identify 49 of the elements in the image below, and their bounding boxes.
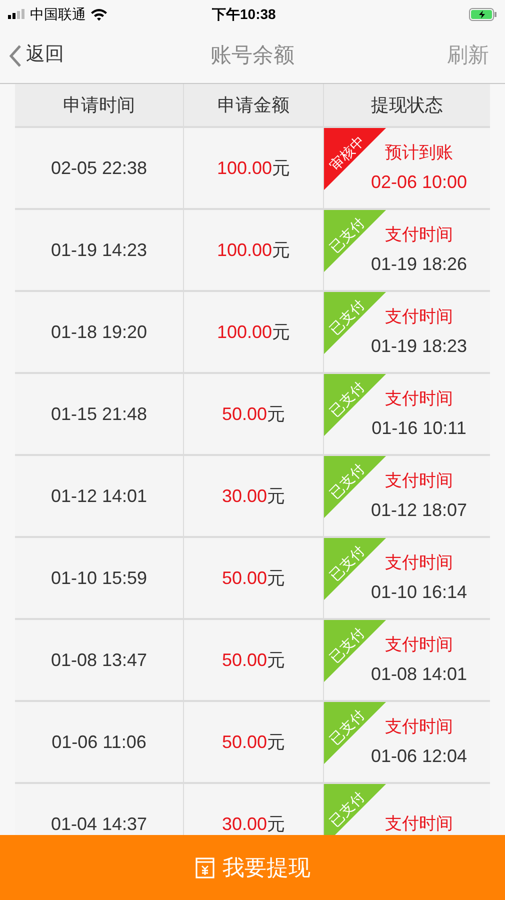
request-time: 02-05 22:38 (50, 156, 148, 180)
amount: 100.00元 (216, 238, 290, 262)
status-time: 01-16 10:11 (372, 417, 466, 440)
column-header: 申请时间 (63, 94, 135, 116)
status-time: 01-12 18:07 (370, 499, 468, 522)
request-time: 01-10 15:59 (50, 566, 148, 590)
request-time: 01-18 19:20 (50, 320, 148, 344)
amount: 30.00元 (222, 812, 286, 835)
status-label: 支付时间 (385, 224, 453, 246)
signal-icon (8, 9, 26, 19)
status-label: 支付时间 (385, 306, 453, 328)
wifi-icon (90, 8, 108, 20)
status-time: 01-08 14:01 (370, 663, 468, 686)
status-label: 预计到账 (385, 142, 453, 164)
status-time: 01-06 12:04 (370, 745, 468, 768)
amount: 100.00元 (216, 156, 290, 180)
status-label: 支付时间 (385, 634, 453, 656)
page-title: 账号余额 (210, 42, 294, 69)
status-label: 支付时间 (385, 813, 453, 835)
wallet-icon (194, 856, 214, 878)
request-time: 01-12 14:01 (50, 484, 148, 508)
battery-icon (469, 8, 497, 20)
status-label: 支付时间 (385, 388, 453, 410)
status-time: 01-19 18:26 (370, 253, 468, 276)
status-time: 02-06 10:00 (370, 171, 468, 194)
amount: 50.00元 (222, 648, 286, 672)
column-header: 申请金额 (218, 94, 290, 116)
amount: 100.00元 (216, 320, 290, 344)
carrier-name: 中国联通 (30, 4, 86, 24)
clock-time: 下午10:38 (212, 4, 276, 24)
request-time: 01-04 14:37 (50, 812, 148, 835)
request-time: 01-19 14:23 (50, 238, 148, 262)
status-label: 支付时间 (385, 552, 453, 574)
amount: 50.00元 (222, 402, 286, 426)
amount: 50.00元 (222, 566, 286, 590)
withdraw-button[interactable]: 我要提现 (0, 835, 505, 900)
status-time: 01-10 16:14 (370, 581, 468, 604)
chevron-left-icon (8, 44, 22, 68)
status-label: 支付时间 (385, 716, 453, 738)
amount: 50.00元 (222, 730, 286, 754)
amount: 30.00元 (222, 484, 286, 508)
column-header: 提现状态 (371, 94, 443, 116)
request-time: 01-15 21:48 (50, 402, 148, 426)
refresh-button[interactable]: 刷新 (447, 40, 489, 72)
status-time: 01-19 18:23 (370, 335, 468, 358)
status-label: 支付时间 (385, 470, 453, 492)
back-button[interactable]: 返回 (8, 41, 64, 70)
request-time: 01-06 11:06 (52, 730, 146, 754)
request-time: 01-08 13:47 (50, 648, 148, 672)
